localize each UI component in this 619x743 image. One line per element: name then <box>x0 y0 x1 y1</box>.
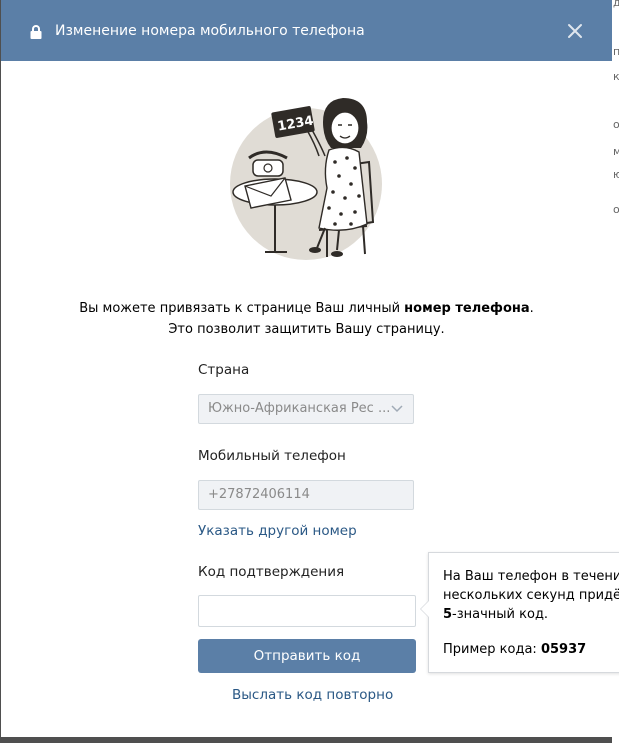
chevron-down-icon <box>391 405 403 413</box>
intro-line-1-end: . <box>529 301 534 316</box>
intro-line-2: Это позволит защитить Вашу страницу. <box>168 322 445 337</box>
background-page-char: к <box>613 70 619 83</box>
country-label: Страна <box>198 362 250 378</box>
lock-icon <box>30 25 42 39</box>
intro-text: Вы можете привязать к странице Ваш личны… <box>1 298 612 340</box>
intro-line-1: Вы можете привязать к странице Ваш личны… <box>1 298 612 319</box>
tooltip-example-code: 05937 <box>540 642 587 657</box>
code-label: Код подтверждения <box>198 564 345 580</box>
code-hint-tooltip: На Ваш телефон в течение нескольких секу… <box>420 552 619 673</box>
tooltip-line-1: На Ваш телефон в течение <box>443 569 619 584</box>
background-page-char: м <box>613 145 619 158</box>
tooltip-example: Пример кода: 05937 <box>443 640 586 659</box>
dialog-header: Изменение номера мобильного телефона <box>1 0 612 61</box>
phone-label: Мобильный телефон <box>198 448 346 464</box>
intro-line-1-part: Вы можете привязать к странице Ваш личны… <box>79 301 405 316</box>
code-input[interactable] <box>198 595 416 627</box>
background-page-char: о <box>613 203 619 216</box>
tooltip-line-2: нескольких секунд придёт <box>443 588 619 603</box>
country-select[interactable]: Южно-Африканская Рес ... <box>198 394 414 424</box>
intro-line-1-bold: номер телефона <box>404 301 530 316</box>
resend-code-link[interactable]: Выслать код повторно <box>232 686 393 704</box>
tooltip-line-3-rest: -значный код. <box>452 607 549 622</box>
send-code-button[interactable]: Отправить код <box>198 639 416 673</box>
tooltip-digit-count: 5 <box>443 607 453 622</box>
change-number-link[interactable]: Указать другой номер <box>198 522 357 540</box>
country-select-value: Южно-Африканская Рес ... <box>208 401 391 416</box>
phone-girl-illustration: 1234 <box>230 98 382 260</box>
dialog-title: Изменение номера мобильного телефона <box>55 23 365 39</box>
tooltip-example-label: Пример кода: <box>443 642 541 657</box>
tooltip-text: На Ваш телефон в течение нескольких секу… <box>443 567 619 624</box>
tooltip-arrow <box>421 601 429 617</box>
phone-field: +27872406114 <box>198 480 414 510</box>
close-icon[interactable] <box>567 23 583 39</box>
background-page-char: о <box>613 118 619 131</box>
background-page-char: ю <box>613 168 619 181</box>
background-page-char: де <box>613 0 619 9</box>
tooltip-line-3: 5-значный код. <box>443 605 619 624</box>
background-page-char: п <box>613 45 619 58</box>
phone-field-value: +27872406114 <box>208 487 310 502</box>
